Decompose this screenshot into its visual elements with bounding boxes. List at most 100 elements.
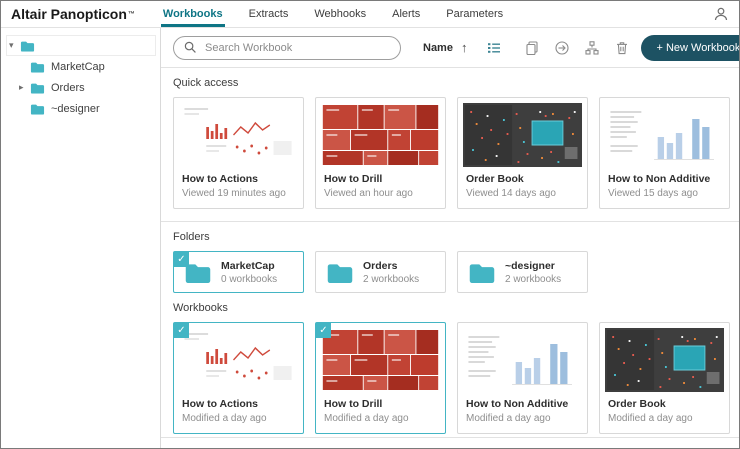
workbook-title: How to Drill (316, 392, 445, 410)
folder-icon (468, 262, 496, 283)
caret-down-icon[interactable]: ▾ (9, 40, 20, 51)
quick-access-row: How to Actions Viewed 19 minutes ago How… (173, 97, 727, 209)
folder-icon (326, 262, 354, 283)
body: ▾ MarketCap ▸ Orders ~designer (1, 28, 739, 448)
sidebar-item-orders[interactable]: ▸ Orders (1, 77, 160, 98)
tab-label: Webhooks (314, 8, 366, 20)
delete-icon[interactable] (611, 37, 633, 59)
selected-check-badge[interactable]: ✓ (174, 252, 189, 267)
new-workbook-button[interactable]: + New Workbook (641, 35, 740, 61)
workbook-thumbnail (179, 328, 298, 392)
quick-access-card[interactable]: How to Drill Viewed an hour ago (315, 97, 446, 209)
workbook-card-how-to-drill[interactable]: ✓ How to Drill Modified a day ago (315, 322, 446, 434)
folder-card-designer[interactable]: ~designer 2 workbooks (457, 251, 588, 293)
brand-text: Altair Panopticon (11, 6, 127, 22)
tab-label: Parameters (446, 8, 503, 20)
hierarchy-icon[interactable] (581, 37, 603, 59)
tab-webhooks[interactable]: Webhooks (312, 1, 368, 27)
tab-extracts[interactable]: Extracts (247, 1, 291, 27)
workbook-subtitle: Modified a day ago (458, 410, 587, 424)
check-icon: ✓ (177, 254, 185, 265)
selected-check-badge[interactable]: ✓ (316, 323, 331, 338)
workbook-title: How to Non Additive (600, 167, 729, 185)
workbook-thumbnail (463, 103, 582, 167)
person-icon (713, 6, 729, 22)
section-divider (161, 221, 739, 222)
workbook-thumbnail (605, 103, 724, 167)
toolbar: Name ↑ (161, 28, 739, 68)
content-area: Quick access How to Actions Viewed 19 mi… (161, 68, 739, 437)
main-nav: Workbooks Extracts Webhooks Alerts Param… (161, 1, 505, 27)
workbook-title: How to Actions (174, 167, 303, 185)
quick-access-card[interactable]: Order Book Viewed 14 days ago (457, 97, 588, 209)
workbook-subtitle: Modified a day ago (316, 410, 445, 424)
check-icon: ✓ (177, 325, 185, 336)
search-box[interactable] (173, 36, 401, 60)
workbook-title: How to Drill (316, 167, 445, 185)
workbook-title: Order Book (458, 167, 587, 185)
workbook-thumbnail (321, 103, 440, 167)
folder-title: MarketCap (221, 260, 277, 272)
workbook-subtitle: Viewed 14 days ago (458, 185, 587, 199)
workbook-thumbnail (605, 328, 724, 392)
workbook-subtitle: Viewed 15 days ago (600, 185, 729, 199)
folder-title: ~designer (505, 260, 561, 272)
folders-row: ✓ MarketCap 0 workbooks Orders 2 workboo… (173, 251, 727, 293)
folder-label: Orders (51, 82, 85, 94)
folder-tree: ▾ MarketCap ▸ Orders ~designer (1, 28, 161, 448)
quick-access-heading: Quick access (173, 77, 727, 89)
workbook-title: Order Book (600, 392, 729, 410)
sort-by-name-button[interactable]: Name (423, 42, 453, 54)
tab-parameters[interactable]: Parameters (444, 1, 505, 27)
folder-text: MarketCap 0 workbooks (221, 260, 277, 285)
folder-subtitle: 2 workbooks (363, 274, 419, 285)
folder-subtitle: 0 workbooks (221, 274, 277, 285)
sidebar-item-designer[interactable]: ~designer (1, 98, 160, 119)
folder-card-orders[interactable]: Orders 2 workbooks (315, 251, 446, 293)
copy-icon[interactable] (521, 37, 543, 59)
selected-check-badge[interactable]: ✓ (174, 323, 189, 338)
user-account-icon[interactable] (713, 1, 729, 27)
tab-label: Workbooks (163, 8, 223, 20)
move-icon[interactable] (551, 37, 573, 59)
tab-workbooks[interactable]: Workbooks (161, 1, 225, 27)
folders-heading: Folders (173, 231, 727, 243)
tab-label: Alerts (392, 8, 420, 20)
workbook-subtitle: Viewed an hour ago (316, 185, 445, 199)
workbook-thumbnail (463, 328, 582, 392)
workbook-card-how-to-actions[interactable]: ✓ How to Actions Modified a day ago (173, 322, 304, 434)
folder-icon (30, 103, 45, 115)
tab-label: Extracts (249, 8, 289, 20)
quick-access-card[interactable]: How to Actions Viewed 19 minutes ago (173, 97, 304, 209)
tab-alerts[interactable]: Alerts (390, 1, 422, 27)
workbook-title: How to Actions (174, 392, 303, 410)
workbook-card-order-book[interactable]: Order Book Modified a day ago (599, 322, 730, 434)
quick-access-card[interactable]: How to Non Additive Viewed 15 days ago (599, 97, 730, 209)
folder-icon (20, 40, 35, 52)
workbook-title: How to Non Additive (458, 392, 587, 410)
search-input[interactable] (203, 41, 390, 55)
folder-subtitle: 2 workbooks (505, 274, 561, 285)
folder-title: Orders (363, 260, 419, 272)
app-window: Altair Panopticon™ Workbooks Extracts We… (0, 0, 740, 449)
workbook-subtitle: Modified a day ago (174, 410, 303, 424)
workbook-card-how-to-non-additive[interactable]: How to Non Additive Modified a day ago (457, 322, 588, 434)
workbook-subtitle: Modified a day ago (600, 410, 729, 424)
sort-ascending-icon[interactable]: ↑ (461, 40, 468, 55)
folder-card-marketcap[interactable]: ✓ MarketCap 0 workbooks (173, 251, 304, 293)
folder-icon (30, 61, 45, 73)
folder-label: ~designer (51, 103, 100, 115)
list-view-icon[interactable] (483, 37, 505, 59)
folder-text: Orders 2 workbooks (363, 260, 419, 285)
workbooks-row: ✓ How to Actions Modified a day ago ✓ Ho… (173, 322, 727, 434)
sidebar-root-folder[interactable]: ▾ (6, 35, 156, 56)
workbook-subtitle: Viewed 19 minutes ago (174, 185, 303, 199)
folder-text: ~designer 2 workbooks (505, 260, 561, 285)
check-icon: ✓ (319, 325, 327, 336)
caret-right-icon[interactable]: ▸ (19, 82, 30, 93)
workbook-thumbnail (321, 328, 440, 392)
main-panel: Name ↑ (161, 28, 739, 448)
folder-icon (30, 82, 45, 94)
workbooks-heading: Workbooks (173, 302, 727, 314)
sidebar-item-marketcap[interactable]: MarketCap (1, 56, 160, 77)
